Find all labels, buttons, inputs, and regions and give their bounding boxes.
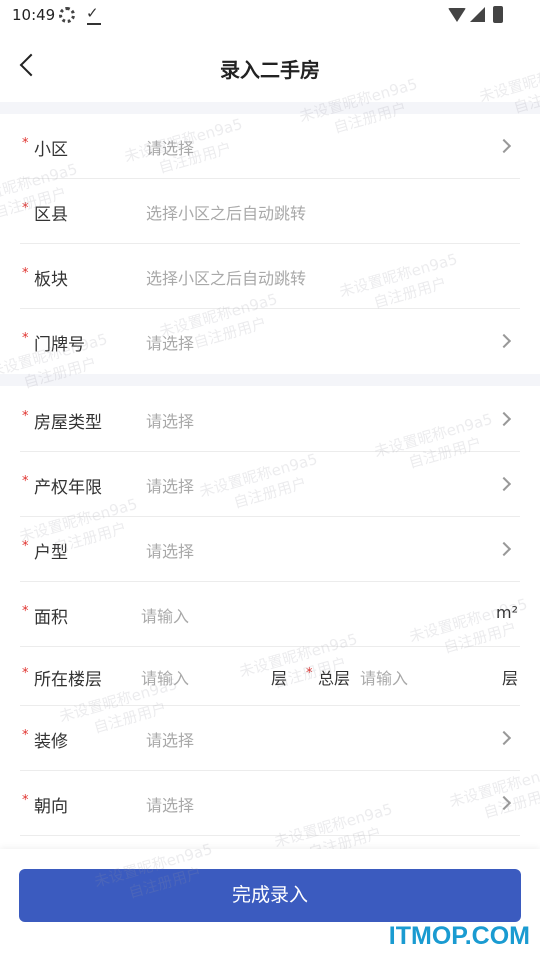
required-mark: * [22,474,29,489]
download-check-icon: ✓ [86,4,101,25]
chevron-right-icon [496,476,512,492]
floor-label: 所在楼层 [34,670,102,690]
orientation-value: 请选择 [146,796,195,815]
total-floors-unit: 层 [501,669,518,688]
community-row[interactable]: * 小区 请选择 [0,114,540,179]
required-mark: * [22,409,29,424]
battery-icon [493,6,503,23]
orientation-label: 朝向 [34,797,68,817]
required-mark: * [22,136,29,151]
layout-value: 请选择 [146,542,195,561]
required-mark: * [22,793,29,808]
site-watermark: ITMOP.COM [388,922,530,950]
status-time: 10:49 [12,6,56,24]
area-input[interactable]: 请输入 [141,603,189,627]
status-bar: 10:49 ✓ [0,0,540,32]
required-mark: * [22,604,29,619]
property-term-label: 产权年限 [34,478,102,498]
required-mark: * [22,666,29,681]
chevron-right-icon [496,138,512,154]
house-type-label: 房屋类型 [34,413,102,433]
area-label: 面积 [34,608,68,628]
page-title: 录入二手房 [220,58,320,82]
house-type-value: 请选择 [146,412,195,431]
property-term-value: 请选择 [146,477,195,496]
block-label: 板块 [34,270,68,290]
required-mark: * [22,331,29,346]
block-value: 选择小区之后自动跳转 [146,269,307,288]
required-mark: * [22,266,29,281]
nav-bar: 录入二手房 [0,38,540,96]
chevron-right-icon [496,541,512,557]
wifi-icon [448,8,466,22]
decoration-value: 请选择 [146,731,195,750]
settings-gear-icon [59,7,75,23]
total-floors-input[interactable]: 请输入 [360,665,408,689]
chevron-right-icon [496,333,512,349]
chevron-right-icon [496,411,512,427]
community-label: 小区 [34,140,68,160]
district-value: 选择小区之后自动跳转 [146,204,307,223]
required-mark: * [22,728,29,743]
signal-icon [470,7,485,22]
chevron-right-icon [496,730,512,746]
section-divider [0,102,540,114]
